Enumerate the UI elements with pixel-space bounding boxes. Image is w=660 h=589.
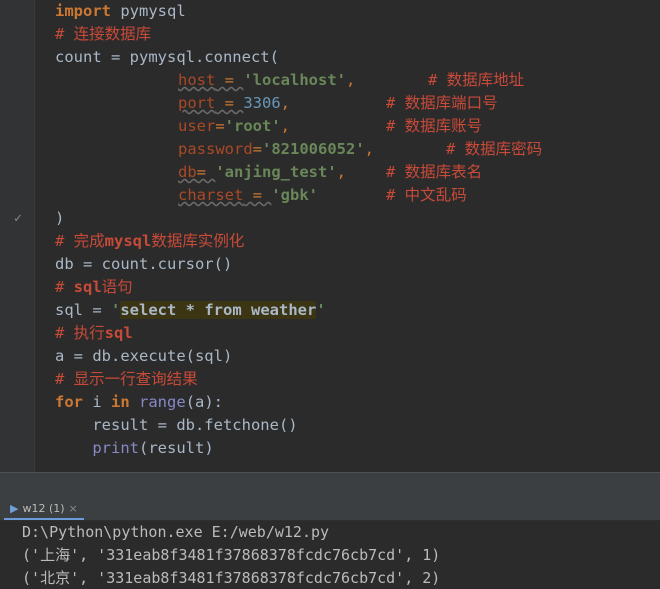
code-line: host = 'localhost', # 数据库地址 (0, 69, 660, 92)
code-editor[interactable]: import pymysql # 连接数据库 count = pymysql.c… (0, 0, 660, 472)
close-icon[interactable]: × (69, 502, 78, 515)
code-line: print(result) (92, 439, 214, 457)
code-line: password='821006052', # 数据库密码 (0, 138, 660, 161)
run-console[interactable]: D:\Python\python.exe E:/web/w12.py ('上海'… (0, 521, 660, 589)
code-line: # 显示一行查询结果 (0, 368, 660, 391)
code-line: ) (55, 209, 65, 227)
code-line: db = count.cursor() (55, 255, 233, 273)
comment: # 数据库账号 (386, 117, 483, 135)
comment: # 数据库密码 (446, 140, 543, 158)
console-line: D:\Python\python.exe E:/web/w12.py (22, 523, 330, 541)
comment: # 连接数据库 (55, 25, 152, 43)
comment: # 数据库表名 (386, 163, 483, 181)
comment: # 数据库地址 (428, 71, 525, 89)
code-line: db= 'anjing_test', # 数据库表名 (0, 161, 660, 184)
code-line: # sql语句 (55, 278, 133, 296)
console-line: ('北京', '331eab8f3481f37868378fcdc76cb7cd… (22, 569, 441, 587)
panel-divider[interactable] (0, 472, 660, 498)
code-line: ✓ charset = 'gbk' # 中文乱码 (0, 184, 660, 226)
code-line: # 执行sql (55, 324, 133, 342)
code-line: user='root', # 数据库账号 (0, 115, 660, 138)
run-tab-w12[interactable]: ▶ w12 (1) × (4, 499, 84, 520)
code-line: port = 3306, # 数据库端口号 (0, 92, 660, 115)
code-line: import pymysql (55, 2, 186, 20)
python-run-icon: ▶ (10, 502, 19, 515)
code-line: # 连接数据库 (0, 23, 660, 46)
sql-string-highlight: select * from weather (120, 301, 317, 319)
run-tab-bar: ▶ w12 (1) × (0, 497, 660, 521)
console-line: ('上海', '331eab8f3481f37868378fcdc76cb7cd… (22, 546, 441, 564)
ide-window: import pymysql # 连接数据库 count = pymysql.c… (0, 0, 660, 589)
comment: # 显示一行查询结果 (55, 370, 198, 388)
code-line: sql = 'select * from weather' (55, 301, 326, 319)
code-line: for i in range(a): (55, 393, 224, 411)
code-line: # 完成mysql数据库实例化 (55, 232, 245, 250)
code-line: result = db.fetchone() (55, 416, 298, 434)
code-line: count = pymysql.connect( (55, 48, 279, 66)
comment: # 数据库端口号 (386, 94, 498, 112)
code-line: a = db.execute(sql) (55, 347, 233, 365)
import-keyword: import (55, 2, 111, 20)
comment: # 中文乱码 (386, 186, 467, 204)
